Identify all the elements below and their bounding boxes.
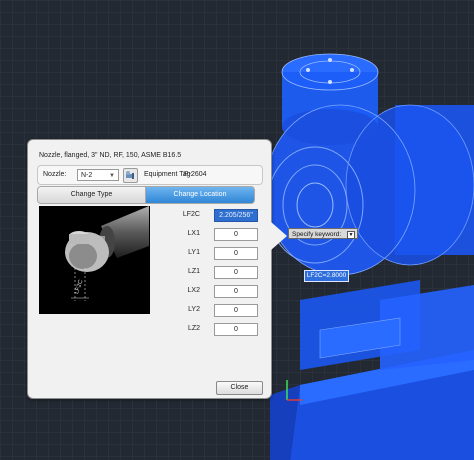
field-lx1-label: LX1 <box>187 230 200 237</box>
dropdown-arrow-icon[interactable]: ▼ <box>347 231 355 239</box>
nozzle-preview-graphic <box>65 206 149 301</box>
field-lf2c-input[interactable]: 2.205/256" <box>214 209 258 222</box>
field-lz2-label: LZ2 <box>187 325 200 332</box>
close-button[interactable]: Close <box>216 381 263 395</box>
keyword-prompt-label: Specify keyword: <box>292 231 342 238</box>
nozzle-label: Nozzle: <box>43 171 67 178</box>
field-ly2-label: LY2 <box>188 306 200 313</box>
nozzle-select-value: N-2 <box>81 172 93 179</box>
nozzle-tag-row: Nozzle: N-2 ▼ Equipment Tag: P-2604 <box>37 165 263 185</box>
nozzle-dialog: Nozzle, flanged, 3" ND, RF, 150, ASME B1… <box>27 139 287 399</box>
chevron-down-icon: ▼ <box>109 173 115 179</box>
field-lx2-label: LX2 <box>187 287 200 294</box>
field-lf2c-label: LF2C <box>182 211 200 218</box>
tab-change-location[interactable]: Change Location <box>146 187 254 203</box>
equipment-tag-value: P-2604 <box>184 171 207 178</box>
dynamic-input-tooltip: LF2C=2.8000 <box>304 270 349 282</box>
nozzle-select[interactable]: N-2 ▼ <box>77 169 119 181</box>
tab-bar: Change Type Change Location <box>37 186 255 204</box>
tab-change-type[interactable]: Change Type <box>38 187 146 203</box>
field-ly2-input[interactable]: 0 <box>214 304 258 317</box>
field-lx2-input[interactable]: 0 <box>214 285 258 298</box>
field-ly1-input[interactable]: 0 <box>214 247 258 260</box>
field-lx1-input[interactable]: 0 <box>214 228 258 241</box>
dialog-pointer <box>271 222 287 250</box>
field-lz1-input[interactable]: 0 <box>214 266 258 279</box>
dialog-title: Nozzle, flanged, 3" ND, RF, 150, ASME B1… <box>39 152 182 159</box>
pick-nozzle-button[interactable] <box>123 168 138 183</box>
nozzle-pick-icon <box>126 171 134 179</box>
nozzle-preview-image: LF2C <box>39 206 150 314</box>
keyword-prompt[interactable]: Specify keyword: ▼ <box>288 228 358 239</box>
field-ly1-label: LY1 <box>188 249 200 256</box>
field-lz1-label: LZ1 <box>187 268 200 275</box>
field-lz2-input[interactable]: 0 <box>214 323 258 336</box>
